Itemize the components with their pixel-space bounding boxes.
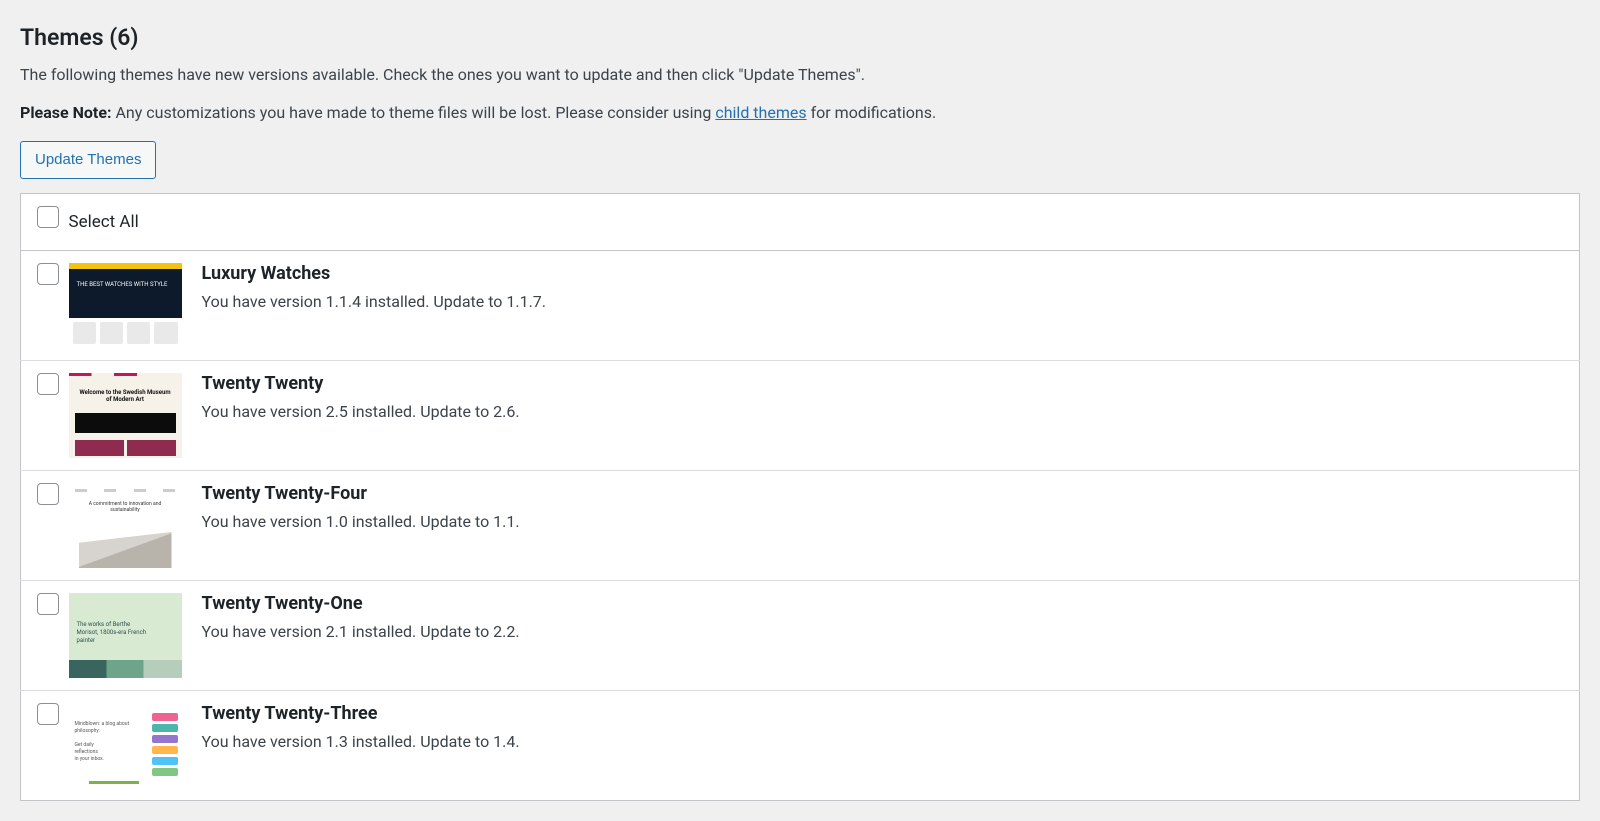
theme-title: Twenty Twenty-One	[202, 593, 1568, 614]
select-all-row: Select All	[21, 194, 1580, 251]
theme-checkbox[interactable]	[37, 483, 59, 505]
theme-title: Twenty Twenty-Four	[202, 483, 1568, 504]
theme-checkbox[interactable]	[37, 593, 59, 615]
child-themes-link[interactable]: child themes	[715, 103, 806, 122]
note-paragraph: Please Note: Any customizations you have…	[20, 101, 1580, 125]
select-all-label: Select All	[69, 212, 139, 232]
theme-version-line: You have version 2.5 installed. Update t…	[202, 402, 1568, 421]
theme-row: THE BEST WATCHES WITH STYLE Luxury Watch…	[21, 251, 1580, 361]
theme-row: Welcome to the Swedish Museum of Modern …	[21, 361, 1580, 471]
theme-row: The works of Berthe Morisot, 1800s-era F…	[21, 581, 1580, 691]
theme-title: Twenty Twenty-Three	[202, 703, 1568, 724]
theme-checkbox[interactable]	[37, 263, 59, 285]
theme-thumbnail: THE BEST WATCHES WITH STYLE	[69, 263, 182, 348]
section-title: Themes (6)	[20, 20, 1580, 51]
theme-checkbox[interactable]	[37, 703, 59, 725]
theme-version-line: You have version 1.1.4 installed. Update…	[202, 292, 1568, 311]
theme-thumbnail: Mindblown: a blog about philosophy.Get d…	[69, 703, 182, 788]
theme-thumbnail: A commitment to innovation and sustainab…	[69, 483, 182, 568]
select-all-checkbox[interactable]	[37, 206, 59, 228]
theme-thumbnail: The works of Berthe Morisot, 1800s-era F…	[69, 593, 182, 678]
theme-version-line: You have version 1.0 installed. Update t…	[202, 512, 1568, 531]
theme-row: Mindblown: a blog about philosophy.Get d…	[21, 691, 1580, 801]
note-text-1: Any customizations you have made to them…	[111, 103, 715, 122]
theme-row: A commitment to innovation and sustainab…	[21, 471, 1580, 581]
themes-table: Select All THE BEST WATCHES WITH STYLE L…	[20, 193, 1580, 801]
theme-thumbnail: Welcome to the Swedish Museum of Modern …	[69, 373, 182, 458]
note-strong: Please Note:	[20, 103, 111, 122]
note-text-2: for modifications.	[807, 103, 937, 122]
update-themes-button[interactable]: Update Themes	[20, 141, 156, 179]
theme-checkbox[interactable]	[37, 373, 59, 395]
intro-text: The following themes have new versions a…	[20, 63, 1580, 87]
theme-title: Twenty Twenty	[202, 373, 1568, 394]
theme-version-line: You have version 2.1 installed. Update t…	[202, 622, 1568, 641]
theme-title: Luxury Watches	[202, 263, 1568, 284]
theme-version-line: You have version 1.3 installed. Update t…	[202, 732, 1568, 751]
